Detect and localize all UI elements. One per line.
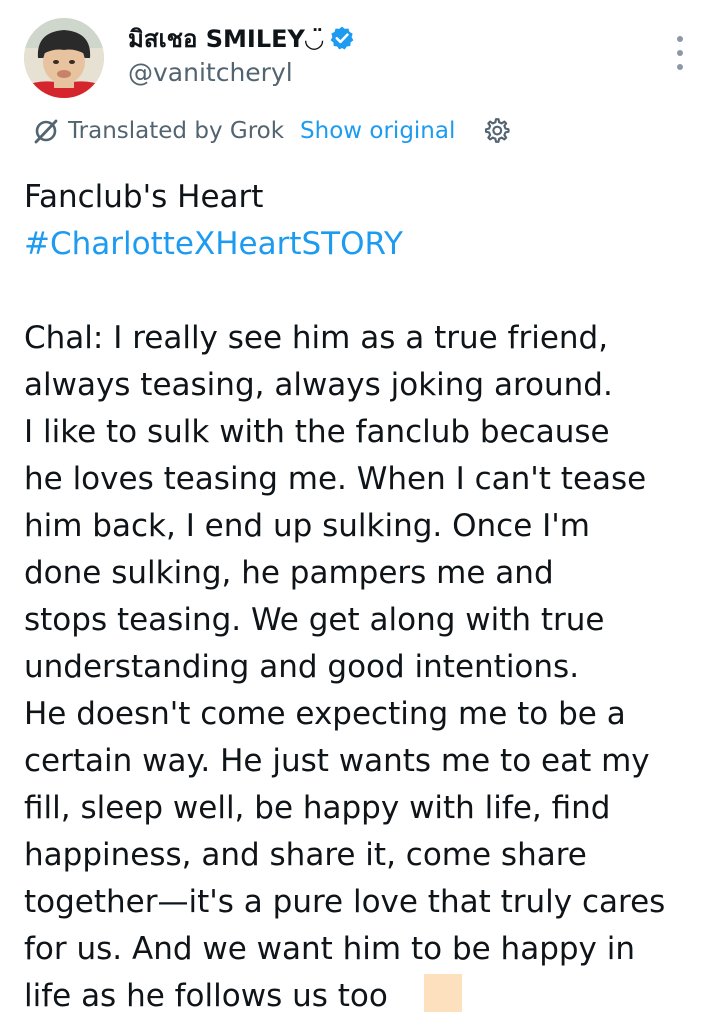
tweet-line: together—it's a pure love that truly car… — [24, 884, 666, 920]
translation-bar: Translated by Grok Show original — [32, 114, 511, 148]
verified-badge-icon[interactable] — [329, 25, 355, 51]
tweet-line: for us. And we want him to be happy in — [24, 931, 636, 967]
tweet-line: certain way. He just wants me to eat my — [24, 743, 650, 779]
display-name-row: มิสเชอ SMILEY◡̈ — [128, 20, 355, 56]
tweet-last-line: life as he follows us too — [24, 973, 704, 1020]
grok-icon — [32, 117, 60, 145]
display-name[interactable]: มิสเชอ SMILEY◡̈ — [128, 19, 323, 58]
tweet-title: Fanclub's Heart — [24, 179, 264, 215]
tweet-line: stops teasing. We get along with true — [24, 602, 605, 638]
dot — [677, 50, 683, 56]
tweet-line: him back, I end up sulking. Once I'm — [24, 508, 591, 544]
more-options-icon[interactable] — [674, 36, 686, 70]
show-original-link[interactable]: Show original — [300, 118, 455, 144]
tweet-line-text: life as he follows us too — [24, 978, 388, 1014]
gear-icon[interactable] — [481, 116, 511, 146]
author-names: มิสเชอ SMILEY◡̈ @vanitcheryl — [128, 20, 355, 87]
dot — [677, 36, 683, 42]
tweet-line: understanding and good intentions. — [24, 649, 580, 685]
hashtag-link[interactable]: #CharlotteXHeartSTORY — [24, 221, 704, 268]
author-handle[interactable]: @vanitcheryl — [128, 58, 355, 87]
tweet-line: happiness, and share it, come share — [24, 837, 587, 873]
tweet-header: มิสเชอ SMILEY◡̈ @vanitcheryl — [24, 16, 696, 100]
tweet-text: Fanclub's Heart #CharlotteXHeartSTORY Ch… — [24, 174, 704, 1020]
translated-by-label: Translated by Grok — [68, 118, 285, 144]
tweet-line: always teasing, always joking around. — [24, 367, 613, 403]
tweet-line: He doesn't come expecting me to be a — [24, 696, 626, 732]
tweet-line: I like to sulk with the fanclub because — [24, 414, 610, 450]
tweet-line: fill, sleep well, be happy with life, fi… — [24, 790, 611, 826]
avatar[interactable] — [24, 18, 104, 98]
tweet-line: done sulking, he pampers me and — [24, 555, 554, 591]
paragraph-break — [24, 268, 704, 315]
skin-tone-emoji-icon — [423, 974, 462, 1012]
tweet-line: Chal: I really see him as a true friend, — [24, 320, 609, 356]
dot — [677, 64, 683, 70]
tweet-line: he loves teasing me. When I can't tease — [24, 461, 647, 497]
